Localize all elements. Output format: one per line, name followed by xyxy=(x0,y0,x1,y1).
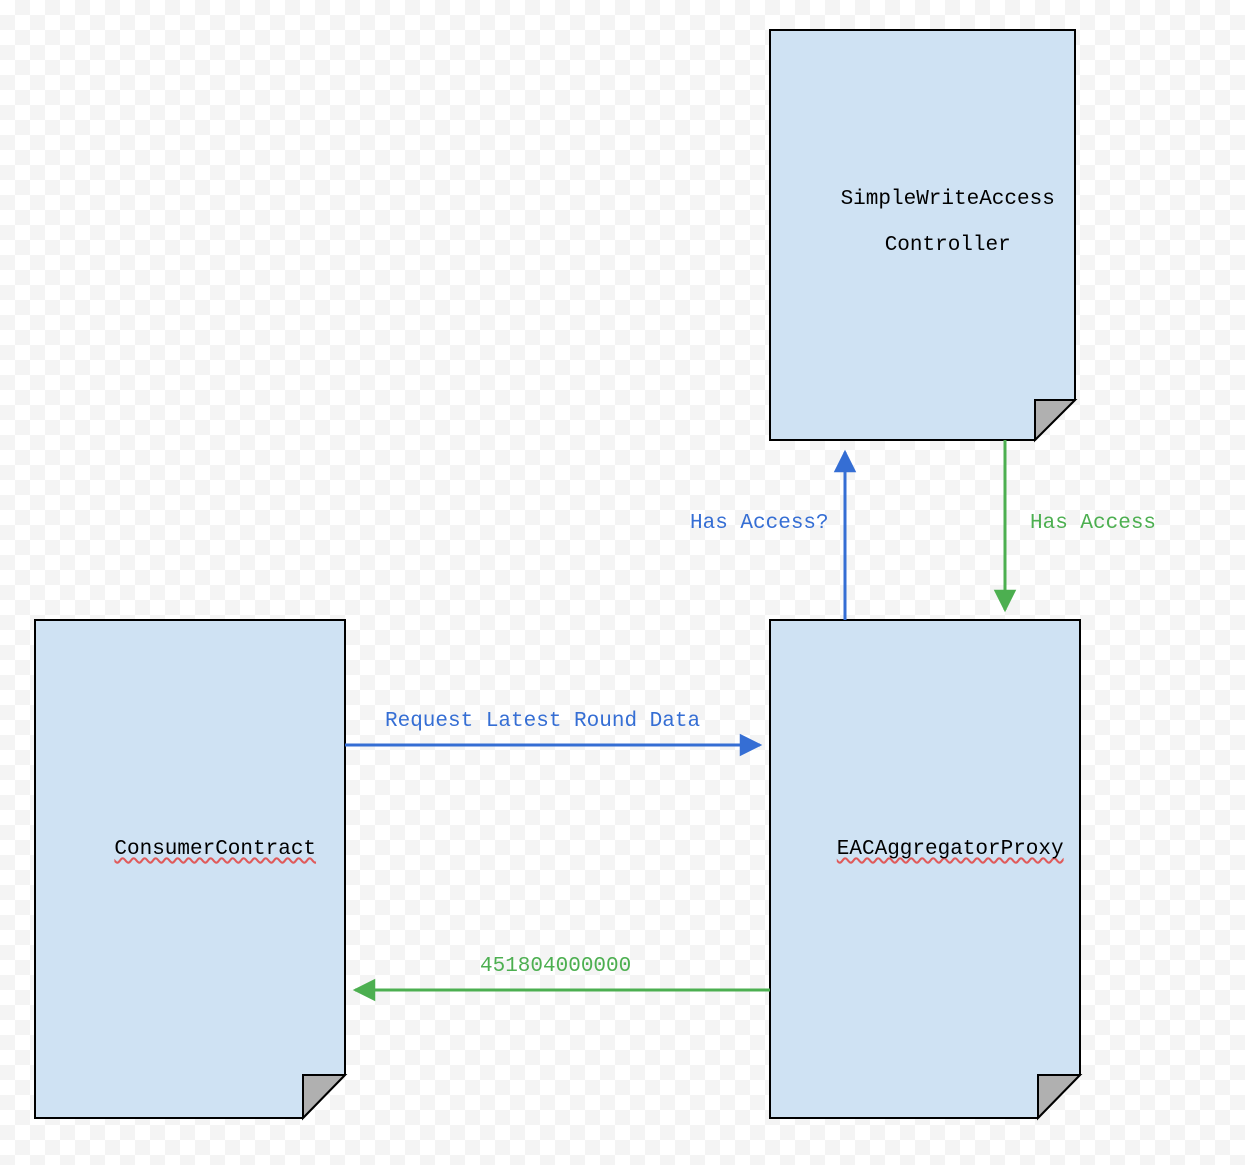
edge-has-access-q-label: Has Access? xyxy=(690,512,829,535)
diagram-canvas: SimpleWriteAccess Controller EACAggregat… xyxy=(0,0,1245,1165)
swac-label-line1: SimpleWriteAccess xyxy=(841,188,1055,211)
edge-response-label: 451804000000 xyxy=(480,955,631,978)
swac-label: SimpleWriteAccess Controller xyxy=(770,165,1075,280)
eac-label-text: EACAggregatorProxy xyxy=(837,838,1064,861)
consumer-label-text: ConsumerContract xyxy=(114,838,316,861)
edge-request-label: Request Latest Round Data xyxy=(385,710,700,733)
eac-label: EACAggregatorProxy xyxy=(770,815,1080,884)
edge-has-access-label: Has Access xyxy=(1030,512,1156,535)
swac-label-line2: Controller xyxy=(885,234,1011,257)
consumer-label: ConsumerContract xyxy=(35,815,345,884)
